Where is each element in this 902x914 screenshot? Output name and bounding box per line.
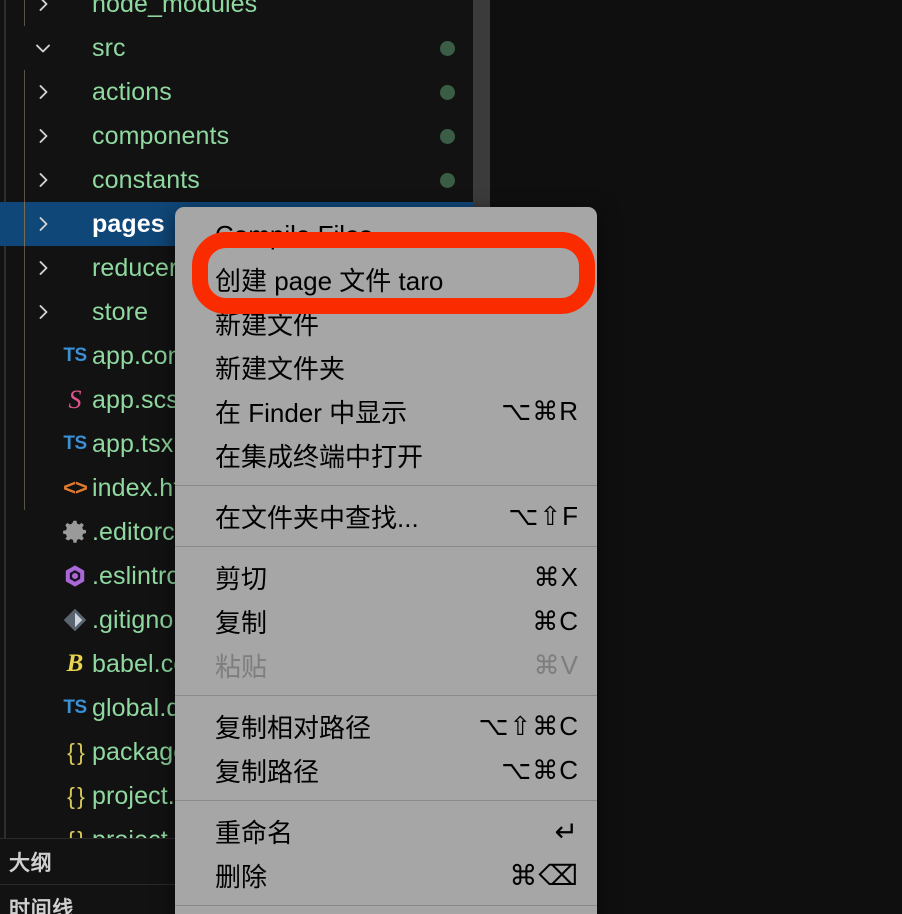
chevron-right-icon[interactable] bbox=[30, 82, 56, 102]
indent-guide bbox=[24, 422, 25, 466]
menu-item-新建文件[interactable]: 新建文件 bbox=[175, 301, 597, 345]
menu-item-shortcut: ⌘C bbox=[532, 605, 579, 636]
menu-item-label: 复制相对路径 bbox=[215, 712, 372, 743]
menu-item-复制路径[interactable]: 复制路径 ⌥⌘C bbox=[175, 748, 597, 792]
typescript-file-icon: TS bbox=[63, 345, 87, 366]
git-status-dot bbox=[440, 40, 455, 56]
chevron-right-icon[interactable] bbox=[30, 126, 56, 146]
context-menu[interactable]: Compile Files 创建 page 文件 taro 新建文件新建文件夹在 F… bbox=[175, 207, 597, 914]
menu-item-label: 粘贴 bbox=[215, 651, 268, 682]
menu-item-在集成终端中打开[interactable]: 在集成终端中打开 bbox=[175, 433, 597, 477]
vscode-explorer-screenshot: node_modulessrc actions components constant… bbox=[0, 0, 902, 914]
menu-item-label: 新建文件夹 bbox=[215, 353, 346, 384]
chevron-right-icon[interactable] bbox=[30, 258, 56, 278]
menu-item-shortcut: ⌘⌫ bbox=[509, 859, 579, 891]
menu-item-shortcut: ⌘V bbox=[533, 649, 579, 680]
menu-separator bbox=[175, 905, 597, 906]
panel-title-outline: 大纲 bbox=[9, 851, 53, 875]
tree-item-label: pages bbox=[92, 210, 165, 238]
tree-item-label: node_modules bbox=[92, 0, 258, 18]
menu-item-shortcut: ⌘X bbox=[533, 561, 579, 592]
menu-item-新建文件夹[interactable]: 新建文件夹 bbox=[175, 345, 597, 389]
indent-guide bbox=[24, 378, 25, 422]
tree-item-label: actions bbox=[92, 78, 172, 106]
menu-item-label: 剪切 bbox=[215, 563, 268, 594]
indent-guide bbox=[24, 246, 25, 290]
menu-item-复制[interactable]: 复制 ⌘C bbox=[175, 599, 597, 643]
menu-item-label: 重命名 bbox=[215, 817, 294, 848]
menu-item-删除[interactable]: 删除 ⌘⌫ bbox=[175, 853, 597, 897]
git-status-dot bbox=[440, 172, 455, 188]
tree-folder-constants[interactable]: constants bbox=[0, 158, 490, 202]
indent-guide bbox=[24, 334, 25, 378]
menu-item-创建-page-文件-taro[interactable]: 创建 page 文件 taro bbox=[175, 257, 597, 301]
menu-item-label: 在 Finder 中显示 bbox=[215, 397, 408, 428]
menu-separator bbox=[175, 546, 597, 547]
menu-item-重命名[interactable]: 重命名 ↵ bbox=[175, 809, 597, 853]
menu-item-label: 创建 page 文件 taro bbox=[215, 265, 444, 296]
tree-item-label: constants bbox=[92, 166, 200, 194]
menu-item-label: Compile Files bbox=[215, 219, 373, 250]
indent-guide bbox=[24, 290, 25, 334]
menu-item-复制相对路径[interactable]: 复制相对路径 ⌥⇧⌘C bbox=[175, 704, 597, 748]
menu-separator bbox=[175, 695, 597, 696]
babel-file-icon: B bbox=[66, 650, 84, 677]
menu-separator bbox=[175, 800, 597, 801]
json-file-icon: { } bbox=[67, 782, 85, 809]
sass-file-icon: S bbox=[68, 385, 82, 414]
menu-item-剪切[interactable]: 剪切 ⌘X bbox=[175, 555, 597, 599]
indent-guide bbox=[24, 202, 25, 246]
indent-guide bbox=[24, 114, 25, 158]
menu-item-shortcut: ⌥⌘R bbox=[501, 395, 579, 426]
chevron-right-icon[interactable] bbox=[30, 302, 56, 322]
explorer-scrollbar-thumb[interactable] bbox=[473, 0, 490, 218]
git-file-icon bbox=[58, 605, 92, 635]
menu-item-粘贴: 粘贴 ⌘V bbox=[175, 643, 597, 687]
menu-item-shortcut: ⌥⇧F bbox=[508, 500, 579, 531]
menu-item-label: 在文件夹中查找... bbox=[215, 502, 419, 533]
menu-item-shortcut: ⌥⌘C bbox=[501, 754, 579, 785]
tree-folder-src[interactable]: src bbox=[0, 26, 490, 70]
menu-item-shortcut: ↵ bbox=[554, 815, 579, 847]
indent-guide bbox=[24, 0, 25, 26]
panel-title-timeline: 时间线 bbox=[9, 897, 74, 914]
menu-item-label: 复制 bbox=[215, 607, 268, 638]
json-file-icon: { } bbox=[67, 738, 85, 765]
tree-item-label: components bbox=[92, 122, 230, 150]
tree-item-label: src bbox=[92, 34, 126, 62]
menu-item-label: 删除 bbox=[215, 861, 268, 892]
tree-folder-components[interactable]: components bbox=[0, 114, 490, 158]
menu-item-shortcut: ⌥⇧⌘C bbox=[478, 710, 579, 741]
tree-folder-node-modules[interactable]: node_modules bbox=[0, 0, 490, 26]
chevron-right-icon[interactable] bbox=[30, 170, 56, 190]
tree-item-label: store bbox=[92, 298, 149, 326]
menu-item-label: 新建文件 bbox=[215, 309, 320, 340]
chevron-right-icon[interactable] bbox=[30, 0, 56, 14]
git-status-dot bbox=[440, 84, 455, 100]
gear-icon bbox=[58, 517, 92, 547]
menu-item-label: 复制路径 bbox=[215, 756, 320, 787]
menu-item-compile-files[interactable]: Compile Files bbox=[175, 213, 597, 257]
indent-guide bbox=[24, 466, 25, 510]
typescript-file-icon: TS bbox=[63, 697, 87, 718]
html-file-icon: <> bbox=[63, 475, 88, 500]
menu-item-label: 在集成终端中打开 bbox=[215, 441, 424, 472]
chevron-right-icon[interactable] bbox=[30, 214, 56, 234]
git-status-dot bbox=[440, 128, 455, 144]
indent-guide bbox=[24, 70, 25, 114]
tree-item-label: app.tsx bbox=[92, 430, 174, 458]
tree-folder-actions[interactable]: actions bbox=[0, 70, 490, 114]
indent-guide bbox=[24, 158, 25, 202]
chevron-down-icon[interactable] bbox=[30, 38, 56, 58]
menu-item-在文件夹中查找-[interactable]: 在文件夹中查找... ⌥⇧F bbox=[175, 494, 597, 538]
menu-item-在-finder-中显示[interactable]: 在 Finder 中显示 ⌥⌘R bbox=[175, 389, 597, 433]
eslint-file-icon bbox=[58, 561, 92, 591]
typescript-file-icon: TS bbox=[63, 433, 87, 454]
menu-separator bbox=[175, 485, 597, 486]
